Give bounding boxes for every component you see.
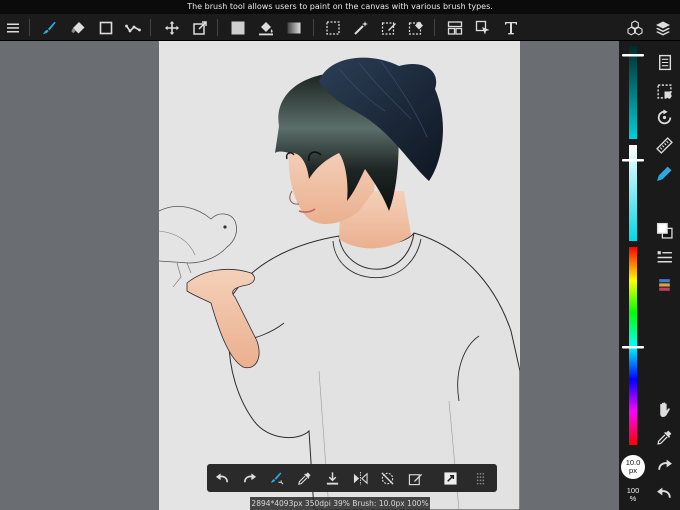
eraser-icon[interactable] (67, 17, 89, 39)
fill-color-icon[interactable] (227, 17, 249, 39)
swatches-icon[interactable] (653, 274, 675, 296)
hand-icon[interactable] (653, 398, 675, 420)
ruler-icon[interactable] (653, 134, 675, 156)
redo-icon[interactable] (238, 467, 260, 489)
saturation-handle[interactable] (622, 159, 644, 162)
brightness-handle[interactable] (622, 54, 644, 57)
toolbar-separator (434, 19, 435, 36)
toolbar-separator (217, 19, 218, 36)
canvas-status: 2894*4093px 350dpi 39% Brush: 10.0px 100… (250, 497, 430, 510)
toolbar-separator (29, 19, 30, 36)
selection-arrow-icon[interactable] (472, 17, 494, 39)
tool-tip: The brush tool allows users to paint on … (0, 0, 680, 14)
opacity-indicator[interactable]: 100 % (621, 487, 645, 503)
undo-icon[interactable] (653, 482, 675, 504)
gradient-icon[interactable] (283, 17, 305, 39)
transform-icon[interactable] (189, 17, 211, 39)
shape-icon[interactable] (95, 17, 117, 39)
main-toolbar (0, 14, 680, 41)
illustration (159, 57, 520, 510)
snap-off-icon[interactable] (376, 467, 398, 489)
edit-icon[interactable] (404, 467, 426, 489)
bucket-icon[interactable] (255, 17, 277, 39)
grid-dots-icon[interactable] (469, 467, 491, 489)
eyedropper-icon[interactable] (293, 467, 315, 489)
toolbar-separator (150, 19, 151, 36)
layers-icon[interactable] (652, 17, 674, 39)
rotate-icon[interactable] (653, 106, 675, 128)
palette-list-icon[interactable] (653, 246, 675, 268)
pen-active-icon[interactable] (653, 162, 675, 184)
hue-handle[interactable] (622, 346, 644, 349)
undo-icon[interactable] (211, 467, 233, 489)
eyedropper-icon[interactable] (653, 426, 675, 448)
quick-access-bar (207, 464, 497, 492)
color-swap-icon[interactable] (653, 219, 675, 241)
move-icon[interactable] (161, 17, 183, 39)
select-pen-icon[interactable] (378, 17, 400, 39)
select-dashed-icon[interactable] (653, 80, 675, 102)
app-window: The brush tool allows users to paint on … (0, 0, 680, 510)
magic-wand-icon[interactable] (350, 17, 372, 39)
flip-icon[interactable] (349, 467, 371, 489)
materials-icon[interactable] (624, 17, 646, 39)
resize-icon[interactable] (439, 467, 461, 489)
brush-icon[interactable] (38, 17, 60, 39)
frame-divider-icon[interactable] (444, 17, 466, 39)
menu-icon[interactable] (2, 17, 24, 39)
brush-size-unit: px (629, 466, 637, 475)
text-icon[interactable] (500, 17, 522, 39)
select-rect-icon[interactable] (322, 17, 344, 39)
color-panel: 10.0 px 100 % (619, 41, 649, 510)
redo-icon[interactable] (653, 454, 675, 476)
opacity-unit: % (629, 494, 637, 503)
select-eraser-icon[interactable] (405, 17, 427, 39)
toolbar-separator (313, 19, 314, 36)
brush-size-indicator[interactable]: 10.0 px (621, 455, 645, 479)
drawing-canvas[interactable] (159, 41, 520, 510)
right-tool-panel (649, 41, 680, 510)
smudge-icon[interactable] (122, 17, 144, 39)
brightness-slider[interactable] (629, 45, 637, 139)
page-icon[interactable] (653, 51, 675, 73)
brush-fill-icon[interactable] (265, 467, 287, 489)
download-icon[interactable] (321, 467, 343, 489)
